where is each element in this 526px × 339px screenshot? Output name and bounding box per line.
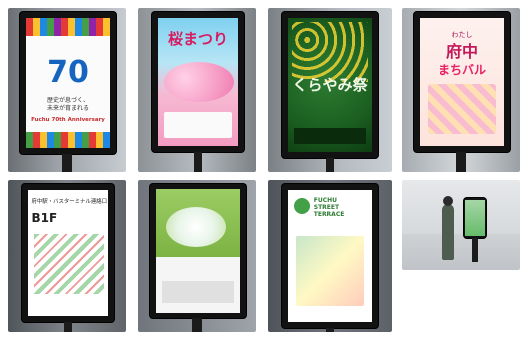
signage-display: くらやみ祭 — [282, 12, 378, 158]
cherry-blossom-art — [163, 61, 234, 102]
photo-tile-kiosk-user — [402, 180, 520, 270]
brand-line-2: STREET — [313, 203, 340, 211]
display-stand — [472, 238, 478, 262]
person-head — [443, 196, 453, 206]
signage-display: FUCHU STREET TERRACE — [282, 184, 378, 328]
display-stand — [194, 152, 202, 172]
photo-tile-sakura-festival: 桜まつり — [138, 8, 256, 172]
display-stand — [326, 158, 334, 172]
confetti-pattern — [25, 132, 111, 149]
terrace-logo-icon — [293, 197, 310, 214]
brand-line-1: FUCHU — [313, 196, 338, 204]
anniversary-title: Fuchu 70th Anniversary — [31, 116, 105, 123]
photo-tile-machibal: わたし 府中 まちバル — [402, 8, 520, 172]
headline-top: わたし — [451, 30, 473, 39]
lantern-pattern — [291, 21, 369, 82]
info-panel — [163, 112, 233, 139]
headline-bottom: まちバル — [437, 62, 486, 77]
anniversary-tagline-1: 歴史が息づく、 — [46, 96, 89, 104]
display-stand — [326, 328, 334, 332]
headline-main: 府中 — [445, 41, 478, 61]
display-stand — [456, 152, 466, 172]
signage-display: わたし 府中 まちバル — [414, 12, 510, 152]
food-illustrations — [427, 83, 497, 134]
signage-display — [464, 198, 486, 238]
brand-line-3: TERRACE — [313, 210, 345, 218]
festival-headline: くらやみ祭 — [292, 75, 368, 94]
photo-tile-kurayami-festival: くらやみ祭 — [268, 8, 392, 172]
signage-display — [150, 184, 246, 318]
signage-display: 70 歴史が息づく、 未来が育まれる Fuchu 70th Anniversar… — [20, 12, 116, 154]
signage-display: 府中駅・バスターミナル連絡口 B1F — [22, 184, 114, 322]
display-stand — [64, 322, 72, 332]
person-silhouette — [442, 204, 454, 260]
hydrangea-photo — [165, 207, 226, 248]
connection-title: 府中駅・バスターミナル連絡口 — [31, 198, 107, 205]
info-band — [293, 128, 367, 145]
route-diagram — [33, 233, 104, 294]
event-photo-collage — [295, 235, 365, 306]
display-stand — [62, 154, 72, 172]
caption-block — [161, 280, 235, 303]
anniversary-number: 70 — [47, 54, 89, 90]
signage-display: 桜まつり — [152, 12, 244, 152]
anniversary-tagline-2: 未来が育まれる — [46, 104, 89, 112]
festival-headline: 桜まつり — [167, 29, 228, 48]
floor-label: B1F — [31, 210, 58, 225]
photo-tile-street-terrace: FUCHU STREET TERRACE — [268, 180, 392, 332]
display-stand — [192, 318, 202, 332]
photo-tile-70th-anniversary: 70 歴史が息づく、 未来が育まれる Fuchu 70th Anniversar… — [8, 8, 126, 172]
photo-tile-bus-terminal-map: 府中駅・バスターミナル連絡口 B1F — [8, 180, 126, 332]
confetti-pattern — [25, 17, 111, 36]
photo-tile-hydrangea — [138, 180, 256, 332]
